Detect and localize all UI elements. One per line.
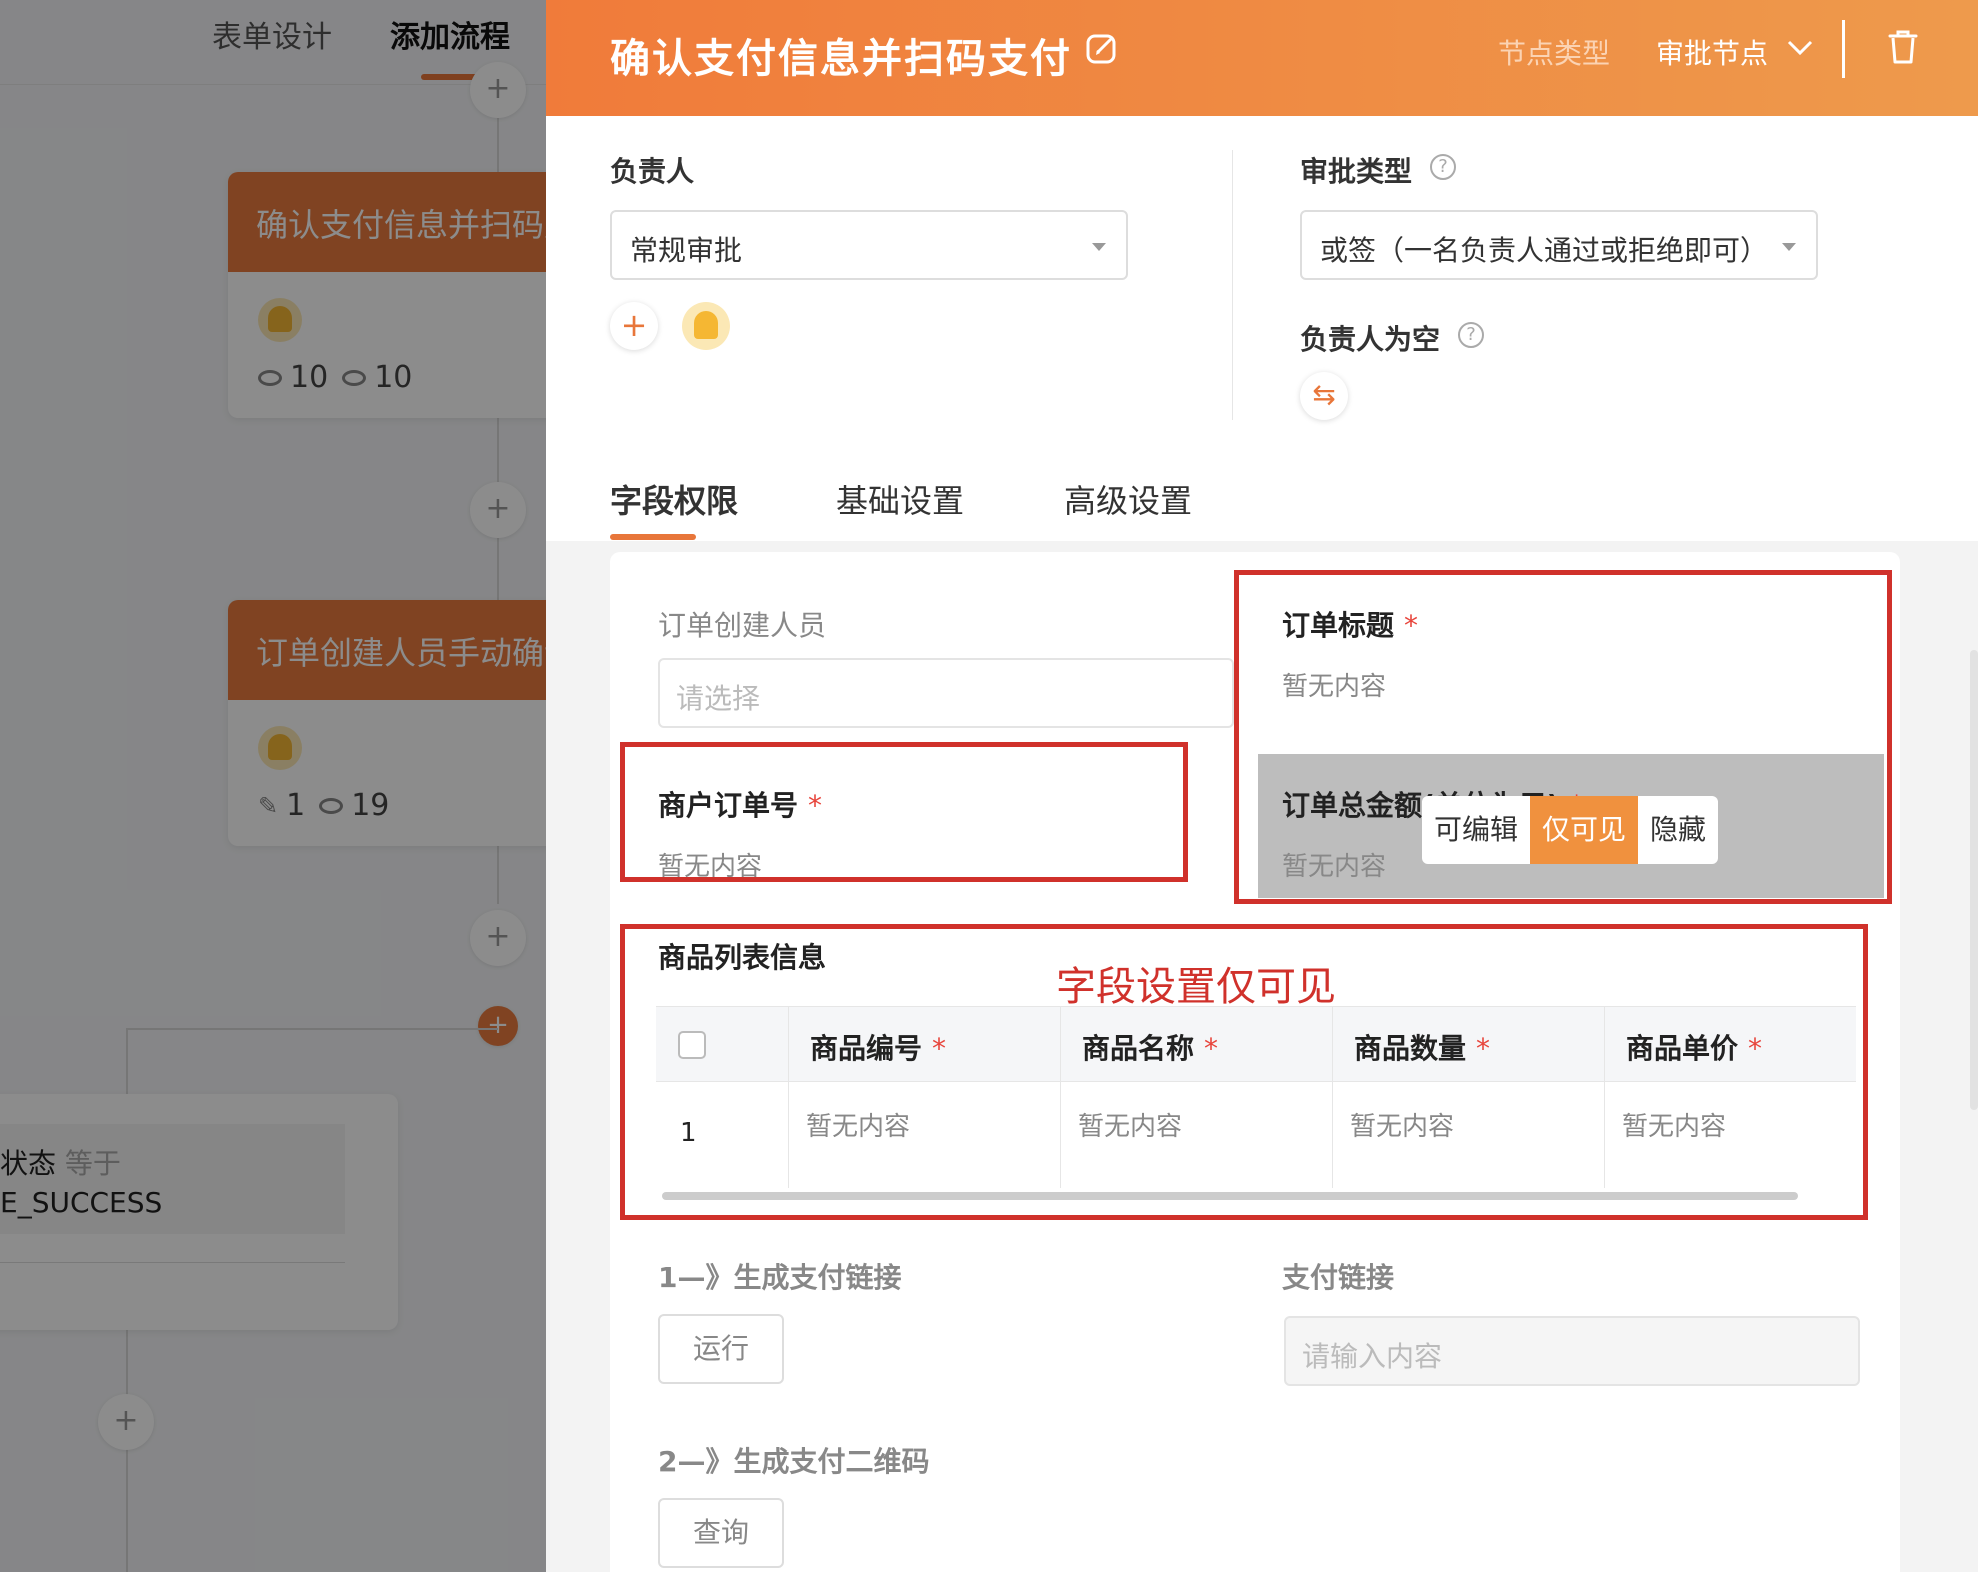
approval-type-value: 或签（一名负责人通过或拒绝即可） [1320,234,1769,267]
drawer-header: 确认支付信息并扫码支付 节点类型 审批节点 [546,0,1978,116]
step2-label: 2—》生成支付二维码 [658,1445,930,1478]
creator-select[interactable]: 请选择 [658,658,1234,728]
chevron-down-icon[interactable] [1786,36,1814,58]
drawer-title: 确认支付信息并扫码支付 [610,36,1072,82]
query-button[interactable]: 查询 [658,1498,784,1568]
add-assignee-button[interactable]: + [610,302,658,350]
step1-label: 1—》生成支付链接 [658,1261,902,1294]
caret-down-icon [1092,243,1106,251]
edit-icon[interactable] [1084,30,1120,66]
approval-type-label: 审批类型 [1300,155,1413,188]
run-button[interactable]: 运行 [658,1314,784,1384]
node-config-section: 负责人 常规审批 + 审批类型 ? 或签（一名负责人通过或拒绝即可） 负责人为空… [546,116,1978,541]
divider [1842,20,1845,78]
trash-icon[interactable] [1886,28,1920,66]
annotation-box [620,924,1868,1220]
scrollbar[interactable] [1970,650,1978,1110]
annotation-box [620,742,1188,882]
caret-down-icon [1782,243,1796,251]
creator-label: 订单创建人员 [658,609,827,642]
modal-overlay[interactable] [0,0,546,1572]
avatar[interactable] [682,302,730,350]
assignee-type-select[interactable]: 常规审批 [610,210,1128,280]
help-icon[interactable]: ? [1430,154,1456,180]
help-icon[interactable]: ? [1458,322,1484,348]
tab-advanced-settings[interactable]: 高级设置 [1064,476,1192,522]
tab-basic-settings[interactable]: 基础设置 [836,476,964,522]
tab-field-permissions[interactable]: 字段权限 [610,476,738,522]
assignee-type-value: 常规审批 [630,234,743,267]
tab-active-indicator [610,534,696,540]
swap-icon[interactable]: ⇆ [1300,372,1348,420]
node-type-label: 节点类型 [1498,37,1611,70]
pay-link-label: 支付链接 [1282,1261,1395,1294]
approval-type-select[interactable]: 或签（一名负责人通过或拒绝即可） [1300,210,1818,280]
divider [1232,150,1233,420]
pay-link-input[interactable]: 请输入内容 [1284,1316,1860,1386]
empty-assignee-label: 负责人为空 [1300,323,1441,356]
annotation-box [1234,570,1892,904]
node-type-select[interactable]: 审批节点 [1656,32,1768,72]
assignee-label: 负责人 [610,155,695,188]
